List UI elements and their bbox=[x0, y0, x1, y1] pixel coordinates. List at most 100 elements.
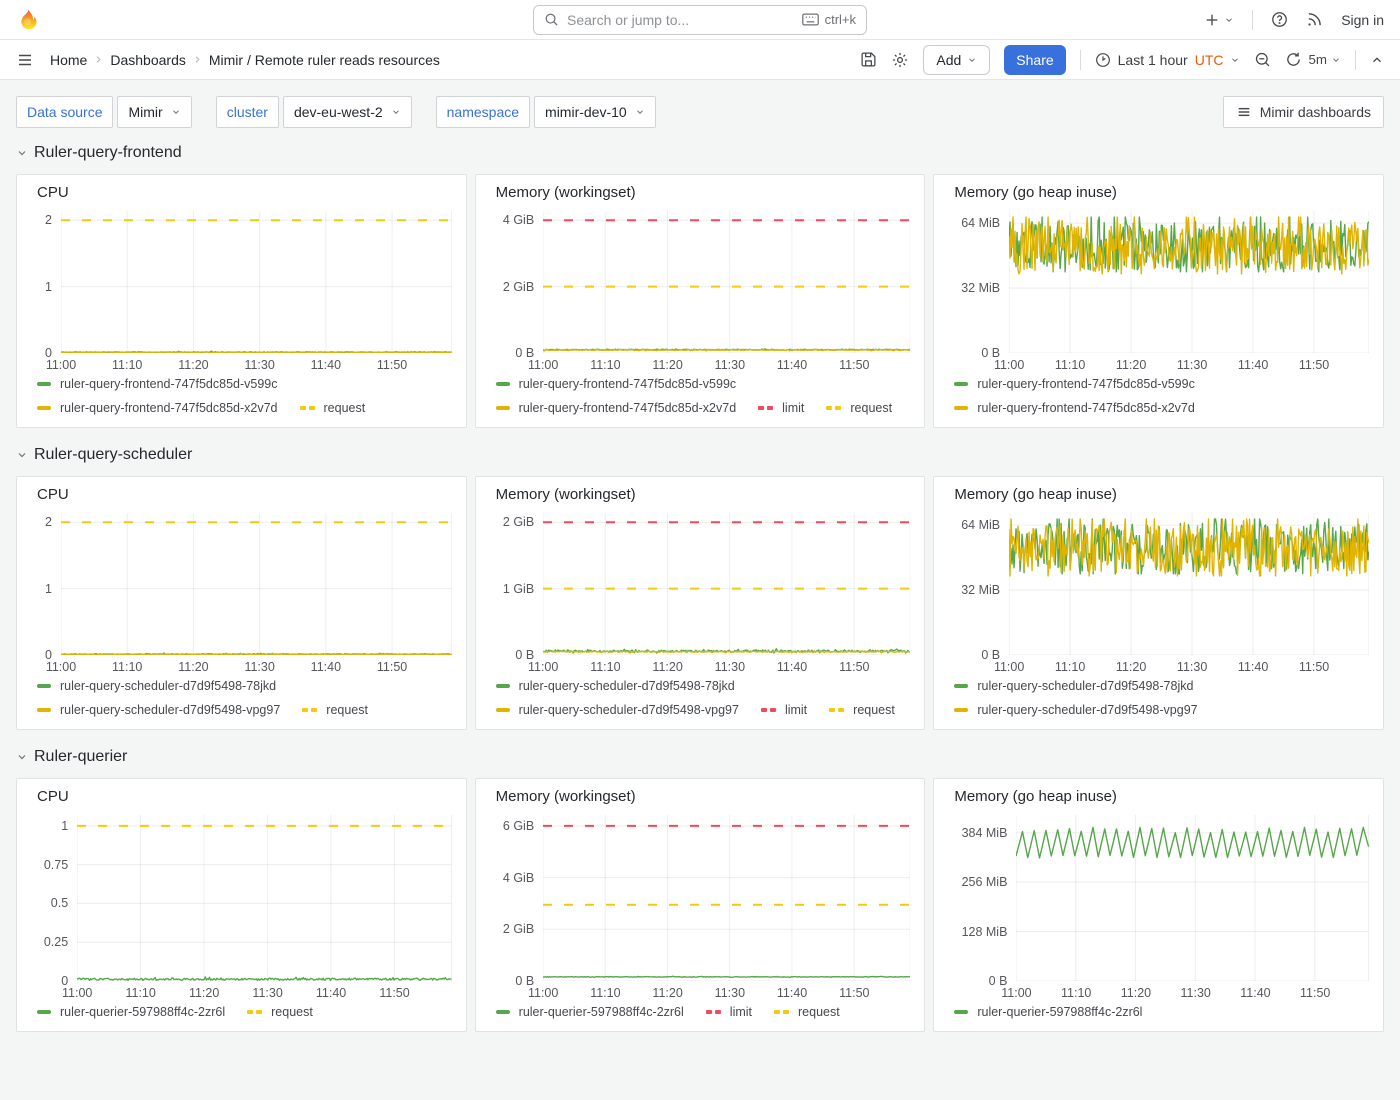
legend-item[interactable]: ruler-query-frontend-747f5dc85d-v599c bbox=[37, 377, 278, 391]
collapse-toolbar-button[interactable] bbox=[1370, 53, 1384, 67]
variable-label[interactable]: cluster bbox=[216, 96, 279, 128]
legend: ruler-query-frontend-747f5dc85d-v599c rul… bbox=[934, 373, 1383, 427]
legend-item[interactable]: request bbox=[829, 703, 895, 717]
legend-label: request bbox=[850, 401, 892, 415]
plot-area[interactable] bbox=[543, 513, 910, 655]
variable-value-dropdown[interactable]: Mimir bbox=[117, 96, 191, 128]
panel-title[interactable]: Memory (workingset) bbox=[476, 477, 925, 505]
refresh-interval-label: 5m bbox=[1308, 52, 1327, 67]
x-axis: 11:0011:1011:2011:3011:4011:50 bbox=[61, 353, 452, 373]
x-tick-label: 11:00 bbox=[528, 660, 558, 674]
variable-value-dropdown[interactable]: mimir-dev-10 bbox=[534, 96, 656, 128]
zoom-out-time-button[interactable] bbox=[1254, 51, 1271, 68]
x-axis: 11:0011:1011:2011:3011:4011:50 bbox=[543, 353, 910, 373]
new-menu-button[interactable] bbox=[1204, 12, 1234, 28]
breadcrumb-dashboards[interactable]: Dashboards bbox=[110, 52, 186, 68]
global-search[interactable]: ctrl+k bbox=[533, 5, 867, 35]
legend-item[interactable]: ruler-query-scheduler-d7d9f5498-78jkd bbox=[496, 679, 735, 693]
legend-label: ruler-querier-597988ff4c-2zr6l bbox=[519, 1005, 684, 1019]
time-range-label: Last 1 hour bbox=[1118, 52, 1188, 68]
time-series-chart[interactable]: 384 MiB256 MiB128 MiB0 B11:0011:1011:201… bbox=[934, 807, 1383, 1001]
dashboard-settings-button[interactable] bbox=[891, 51, 909, 69]
mimir-dashboards-button[interactable]: Mimir dashboards bbox=[1223, 96, 1384, 128]
y-tick-label: 64 MiB bbox=[961, 518, 1000, 532]
x-tick-label: 11:50 bbox=[839, 358, 869, 372]
plot-area[interactable] bbox=[543, 211, 910, 353]
plot-area[interactable] bbox=[1009, 211, 1369, 353]
legend-item[interactable]: limit bbox=[758, 401, 804, 415]
legend-item[interactable]: ruler-query-scheduler-d7d9f5498-78jkd bbox=[37, 679, 276, 693]
news-button[interactable] bbox=[1306, 11, 1323, 28]
divider bbox=[1252, 10, 1253, 30]
x-tick-label: 11:30 bbox=[715, 986, 745, 1000]
refresh-button[interactable] bbox=[1285, 51, 1302, 68]
mega-menu-button[interactable] bbox=[16, 51, 34, 69]
search-input[interactable] bbox=[567, 12, 794, 28]
variable-label[interactable]: Data source bbox=[16, 96, 113, 128]
plot-area[interactable] bbox=[77, 815, 451, 981]
panel-title[interactable]: Memory (workingset) bbox=[476, 175, 925, 203]
legend-item[interactable]: ruler-query-scheduler-d7d9f5498-vpg97 bbox=[954, 703, 1197, 717]
panel-title[interactable]: Memory (go heap inuse) bbox=[934, 477, 1383, 505]
legend-marker bbox=[496, 1010, 510, 1014]
legend-item[interactable]: ruler-querier-597988ff4c-2zr6l bbox=[496, 1005, 684, 1019]
refresh-interval-picker[interactable]: 5m bbox=[1308, 52, 1341, 67]
plot-area[interactable] bbox=[1009, 513, 1369, 655]
row-header[interactable]: Ruler-query-scheduler bbox=[16, 442, 1384, 468]
legend-item[interactable]: request bbox=[826, 401, 892, 415]
legend-item[interactable]: ruler-query-scheduler-d7d9f5498-vpg97 bbox=[496, 703, 739, 717]
legend-item[interactable]: limit bbox=[706, 1005, 752, 1019]
grafana-logo[interactable] bbox=[16, 8, 40, 32]
add-panel-button[interactable]: Add bbox=[923, 45, 990, 75]
plot-area[interactable] bbox=[1016, 815, 1369, 981]
legend-item[interactable]: ruler-querier-597988ff4c-2zr6l bbox=[954, 1005, 1142, 1019]
legend-item[interactable]: limit bbox=[761, 703, 807, 717]
plot-area[interactable] bbox=[61, 211, 452, 353]
panel-title[interactable]: Memory (go heap inuse) bbox=[934, 779, 1383, 807]
panel-title[interactable]: CPU bbox=[17, 175, 466, 203]
plot-area[interactable] bbox=[543, 815, 910, 981]
time-series-chart[interactable]: 64 MiB32 MiB0 B11:0011:1011:2011:3011:40… bbox=[934, 203, 1383, 373]
legend-item[interactable]: request bbox=[300, 401, 366, 415]
panel-title[interactable]: CPU bbox=[17, 477, 466, 505]
y-tick-label: 0.5 bbox=[51, 896, 68, 910]
time-series-chart[interactable]: 4 GiB2 GiB0 B11:0011:1011:2011:3011:4011… bbox=[476, 203, 925, 373]
y-tick-label: 128 MiB bbox=[962, 925, 1008, 939]
legend-item[interactable]: ruler-query-frontend-747f5dc85d-x2v7d bbox=[954, 401, 1195, 415]
legend-item[interactable]: request bbox=[302, 703, 368, 717]
time-series-chart[interactable]: 10.750.50.25011:0011:1011:2011:3011:4011… bbox=[17, 807, 466, 1001]
time-series-chart[interactable]: 64 MiB32 MiB0 B11:0011:1011:2011:3011:40… bbox=[934, 505, 1383, 675]
legend-item[interactable]: ruler-query-scheduler-d7d9f5498-78jkd bbox=[954, 679, 1193, 693]
time-range-picker[interactable]: Last 1 hour UTC bbox=[1095, 52, 1241, 68]
legend-item[interactable]: request bbox=[774, 1005, 840, 1019]
breadcrumb-home[interactable]: Home bbox=[50, 52, 87, 68]
time-series-chart[interactable]: 21011:0011:1011:2011:3011:4011:50 bbox=[17, 505, 466, 675]
variable-value-dropdown[interactable]: dev-eu-west-2 bbox=[283, 96, 412, 128]
variable-label[interactable]: namespace bbox=[436, 96, 530, 128]
save-dashboard-button[interactable] bbox=[860, 51, 877, 68]
row-header[interactable]: Ruler-query-frontend bbox=[16, 140, 1384, 166]
legend-item[interactable]: ruler-query-frontend-747f5dc85d-x2v7d bbox=[37, 401, 278, 415]
series-ruler-querier-597988ff4c-2zr6l bbox=[543, 976, 910, 977]
sign-in-link[interactable]: Sign in bbox=[1341, 12, 1384, 28]
legend-item[interactable]: ruler-query-frontend-747f5dc85d-x2v7d bbox=[496, 401, 737, 415]
chevron-down-icon bbox=[171, 107, 181, 117]
legend-item[interactable]: ruler-query-frontend-747f5dc85d-v599c bbox=[496, 377, 737, 391]
panel-title[interactable]: CPU bbox=[17, 779, 466, 807]
legend-item[interactable]: ruler-query-scheduler-d7d9f5498-vpg97 bbox=[37, 703, 280, 717]
time-series-chart[interactable]: 6 GiB4 GiB2 GiB0 B11:0011:1011:2011:3011… bbox=[476, 807, 925, 1001]
plot-area[interactable] bbox=[61, 513, 452, 655]
legend-label: ruler-query-scheduler-d7d9f5498-78jkd bbox=[519, 679, 735, 693]
panel-title[interactable]: Memory (workingset) bbox=[476, 779, 925, 807]
panel-title[interactable]: Memory (go heap inuse) bbox=[934, 175, 1383, 203]
time-series-chart[interactable]: 2 GiB1 GiB0 B11:0011:1011:2011:3011:4011… bbox=[476, 505, 925, 675]
x-tick-label: 11:30 bbox=[715, 660, 745, 674]
help-button[interactable] bbox=[1271, 11, 1288, 28]
legend-label: ruler-querier-597988ff4c-2zr6l bbox=[977, 1005, 1142, 1019]
legend-item[interactable]: ruler-querier-597988ff4c-2zr6l bbox=[37, 1005, 225, 1019]
legend-item[interactable]: request bbox=[247, 1005, 313, 1019]
legend-item[interactable]: ruler-query-frontend-747f5dc85d-v599c bbox=[954, 377, 1195, 391]
share-button[interactable]: Share bbox=[1004, 45, 1065, 75]
row-header[interactable]: Ruler-querier bbox=[16, 744, 1384, 770]
time-series-chart[interactable]: 21011:0011:1011:2011:3011:4011:50 bbox=[17, 203, 466, 373]
